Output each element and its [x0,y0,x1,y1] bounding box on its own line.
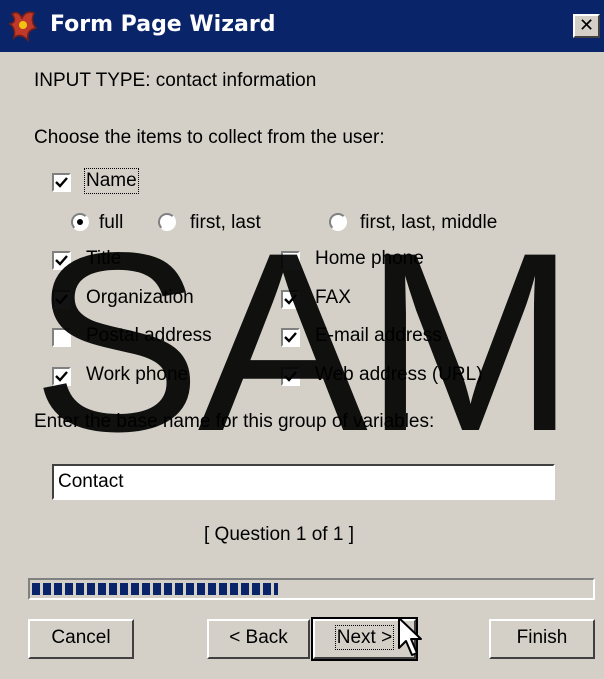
work-phone-checkbox[interactable] [52,367,71,386]
home-phone-checkbox[interactable] [281,251,300,270]
input-type-label: INPUT TYPE: contact information [34,70,317,91]
mouse-pointer-icon [398,617,422,656]
fax-checkbox[interactable] [281,290,300,309]
postal-address-checkbox-label: Postal address [86,325,212,346]
progress-fill [32,583,278,595]
title-checkbox-label: Title [86,248,122,269]
title-bar: Form Page Wizard ✕ [0,0,604,52]
cancel-button-label: Cancel [51,627,111,648]
question-counter: [ Question 1 of 1 ] [204,524,354,545]
fax-checkbox-label: FAX [315,287,351,308]
checkmark-icon [55,255,68,266]
radio-first-last-label: first, last [190,212,261,233]
radio-full[interactable] [71,213,89,231]
finish-button-label: Finish [516,627,568,648]
back-button-label: < Back [229,627,288,648]
progress-bar [28,578,595,600]
checkmark-icon [284,294,297,305]
organization-checkbox[interactable] [52,290,71,309]
radio-selected-dot [77,219,83,225]
basename-prompt: Enter the base name for this group of va… [34,411,435,432]
postal-address-checkbox[interactable] [52,328,71,347]
name-checkbox-label: Name [84,168,139,194]
title-checkbox[interactable] [52,251,71,270]
frontpage-app-icon [8,11,38,43]
web-address-checkbox-label: Web address (URL) [315,364,483,385]
radio-first-last-middle-label: first, last, middle [360,212,498,233]
close-button[interactable]: ✕ [573,14,600,38]
finish-button[interactable]: Finish [489,619,595,659]
web-address-checkbox[interactable] [281,367,300,386]
checkmark-icon [55,371,68,382]
basename-input[interactable] [52,464,555,500]
work-phone-checkbox-label: Work phone [86,364,189,385]
close-icon: ✕ [578,15,595,36]
checkmark-icon [284,332,297,343]
radio-first-last-middle[interactable] [329,213,347,231]
email-address-checkbox[interactable] [281,328,300,347]
cancel-button[interactable]: Cancel [28,619,134,659]
name-checkbox[interactable] [52,173,71,192]
email-address-checkbox-label: E-mail address [315,325,442,346]
back-button[interactable]: < Back [207,619,310,659]
window-title: Form Page Wizard [50,12,276,37]
radio-first-last[interactable] [158,213,176,231]
checkmark-icon [284,371,297,382]
next-button-label: Next > [334,625,395,650]
organization-checkbox-label: Organization [86,287,194,308]
home-phone-checkbox-label: Home phone [315,248,424,269]
instruction-text: Choose the items to collect from the use… [34,127,385,148]
radio-full-label: full [99,212,124,233]
checkmark-icon [55,177,68,188]
checkmark-icon [55,294,68,305]
